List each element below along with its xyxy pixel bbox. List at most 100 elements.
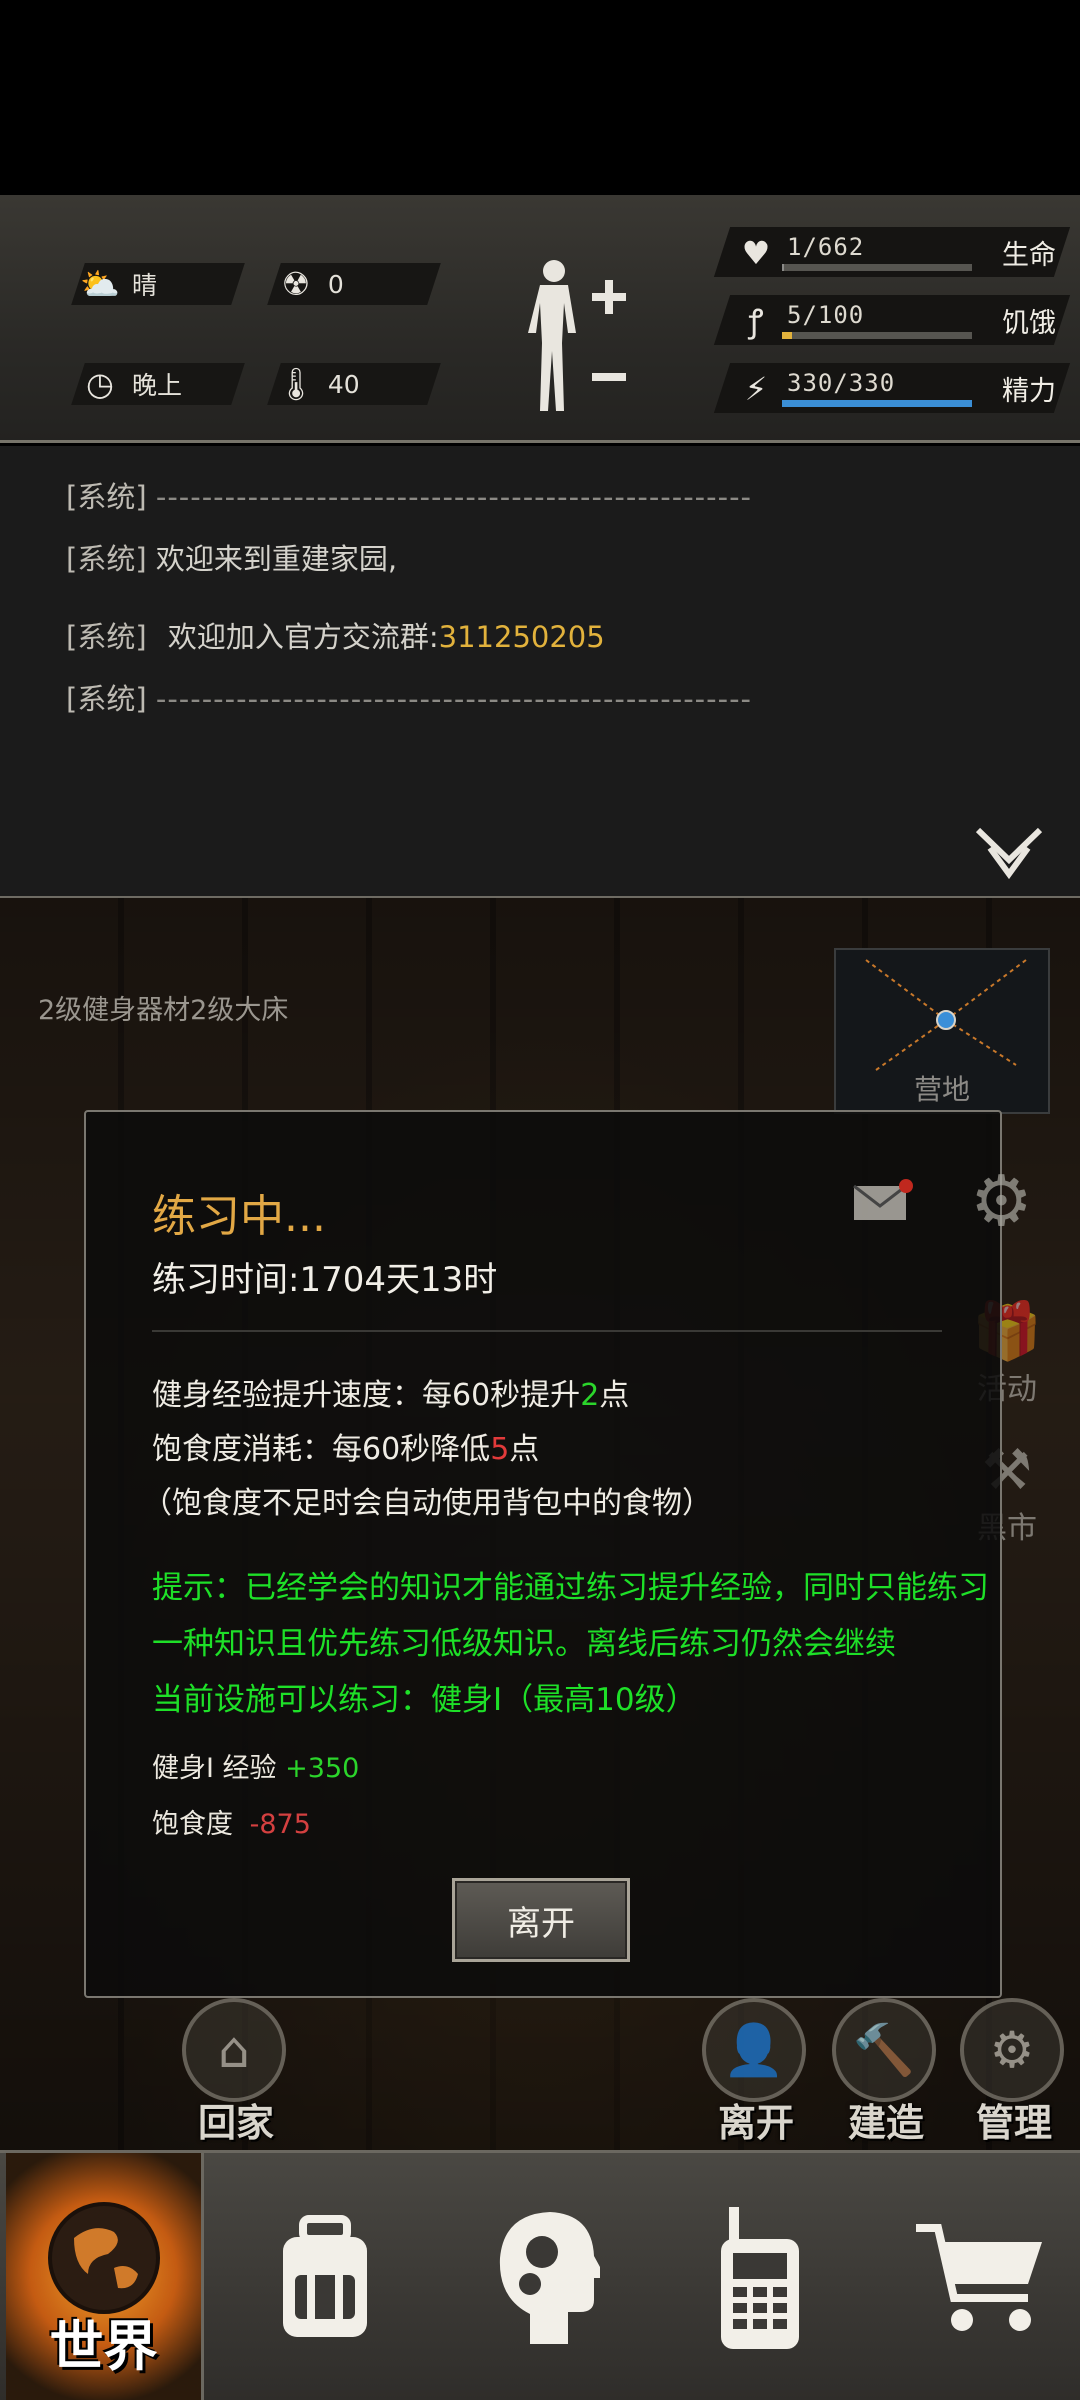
- food-loss-label: 饱食度: [152, 1809, 233, 1840]
- exp-rate-number: 2: [580, 1378, 600, 1413]
- energy-label: 精力: [1002, 376, 1056, 407]
- log-text: 欢迎来到重建家园,: [155, 542, 398, 576]
- food-rate-unit: 点: [509, 1432, 540, 1467]
- health-label: 生命: [1002, 240, 1056, 271]
- status-hud: ⛅ 晴 ☢ 0 ◷ 晚上 🌡 40 ♥ 1/662 生命 ꝭ 5/100 饥饿: [0, 195, 1080, 443]
- nav-skills[interactable]: [450, 2153, 640, 2400]
- practice-time: 练习时间:1704天13时: [152, 1260, 498, 1300]
- camp-map-button[interactable]: 营地: [834, 948, 1050, 1114]
- energy-head-icon: ⚡: [744, 370, 768, 408]
- exp-rate-unit: 点: [599, 1378, 630, 1413]
- mail-button[interactable]: [852, 1178, 914, 1224]
- envelope-icon: [853, 1179, 913, 1220]
- exp-gain-label: 健身Ⅰ 经验: [152, 1753, 277, 1784]
- log-text: 欢迎加入官方交流群:: [167, 620, 439, 654]
- gear-icon: ⚙: [970, 1160, 1033, 1242]
- nav-shop[interactable]: [885, 2153, 1075, 2400]
- log-tag: [系统]: [66, 480, 147, 514]
- backpack-icon: [283, 2215, 367, 2337]
- tip-line-2: 一种知识且优先练习低级知识。离线后练习仍然会继续: [152, 1626, 896, 1662]
- cloud-sun-icon: ⛅: [80, 265, 120, 303]
- build-button[interactable]: 🔨: [832, 1998, 936, 2102]
- nav-radio[interactable]: [665, 2153, 855, 2400]
- log-line: [系统] -----------------------------------…: [66, 676, 752, 718]
- manage-button[interactable]: ⚙: [960, 1998, 1064, 2102]
- home-button[interactable]: ⌂: [182, 1998, 286, 2102]
- log-tag: [系统]: [66, 542, 147, 576]
- exp-rate-text: 健身经验提升速度：每60秒提升: [152, 1378, 581, 1413]
- temperature-pill: 🌡 40: [267, 363, 441, 405]
- log-line: [系统] 欢迎来到重建家园,: [66, 536, 397, 578]
- health-value: 1/662: [787, 233, 865, 261]
- home-label: 回家: [198, 2101, 275, 2145]
- health-bar: [782, 264, 784, 271]
- head-gears-icon: [499, 2212, 600, 2344]
- body-status-button[interactable]: [520, 255, 630, 415]
- dialog-title: 练习中...: [152, 1191, 326, 1242]
- leave-shelter-button[interactable]: 👤: [702, 1998, 806, 2102]
- bottom-nav: 世界: [0, 2150, 1080, 2400]
- nav-backpack[interactable]: [230, 2153, 420, 2400]
- globe-icon: [47, 2202, 160, 2314]
- energy-bar: [782, 400, 972, 407]
- energy-value: 330/330: [787, 369, 896, 397]
- exp-gain-value: +350: [285, 1753, 360, 1784]
- person-exit-icon: 👤: [722, 2020, 786, 2079]
- world-label: 世界: [49, 2315, 158, 2378]
- log-tag: [系统]: [66, 682, 147, 716]
- walkie-talkie-icon: [721, 2207, 799, 2349]
- stat-energy: ⚡ 330/330 精力: [713, 363, 1071, 413]
- food-loss-line: 饱食度 -875: [152, 1802, 311, 1841]
- temperature-value: 40: [328, 369, 360, 399]
- exp-gain-line: 健身Ⅰ 经验 +350: [152, 1746, 359, 1785]
- food-loss-value: -875: [249, 1809, 311, 1840]
- clock-icon: ◷: [86, 365, 114, 403]
- exp-rate-line: 健身经验提升速度：每60秒提升2点: [152, 1370, 629, 1414]
- log-text: ----------------------------------------…: [155, 480, 753, 514]
- thermometer-icon: 🌡: [275, 365, 317, 403]
- leave-shelter-label: 离开: [718, 2101, 795, 2145]
- stomach-icon: ꝭ: [748, 302, 764, 340]
- weather-label: 晴: [132, 271, 158, 300]
- food-rate-line: 饱食度消耗：每60秒降低5点: [152, 1424, 539, 1468]
- log-line: [系统] -----------------------------------…: [66, 474, 752, 516]
- expand-log-button[interactable]: [974, 826, 1044, 882]
- double-chevron-down-icon: [975, 827, 1043, 880]
- food-rate-text: 饱食度消耗：每60秒降低: [152, 1432, 491, 1467]
- nav-world[interactable]: 世界: [6, 2153, 204, 2400]
- stat-health: ♥ 1/662 生命: [713, 227, 1071, 277]
- time-of-day-label: 晚上: [132, 371, 183, 400]
- time-pill: ◷ 晚上: [71, 363, 245, 405]
- house-icon: ⌂: [218, 2021, 250, 2079]
- food-rate-number: 5: [490, 1432, 510, 1467]
- radiation-pill: ☢ 0: [267, 263, 441, 305]
- camp-label: 营地: [913, 1073, 970, 1106]
- hunger-label: 饥饿: [1002, 308, 1056, 339]
- radiation-value: 0: [328, 269, 344, 299]
- system-log: [系统] -----------------------------------…: [0, 446, 1080, 898]
- heart-icon: ♥: [741, 234, 771, 272]
- shopping-cart-icon: [916, 2224, 1042, 2331]
- weather-pill: ⛅ 晴: [71, 263, 245, 305]
- tip-line-1: 提示：已经学会的知识才能通过练习提升经验，同时只能练习: [152, 1570, 989, 1606]
- leave-button[interactable]: 离开: [452, 1878, 630, 1962]
- human-figure-icon: [528, 260, 626, 411]
- build-label: 建造: [848, 2101, 925, 2145]
- food-note: （饱食度不足时会自动使用背包中的食物）: [142, 1486, 712, 1521]
- practice-dialog: 练习中... 练习时间:1704天13时 健身经验提升速度：每60秒提升2点 饱…: [84, 1110, 1002, 1998]
- log-text: ----------------------------------------…: [155, 682, 753, 716]
- group-number[interactable]: 311250205: [439, 620, 605, 654]
- build-hammer-icon: 🔨: [852, 2020, 916, 2079]
- settings-gear-button[interactable]: ⚙: [970, 1160, 1033, 1242]
- hunger-bar: [782, 332, 792, 339]
- log-tag: [系统]: [66, 620, 147, 654]
- divider: [152, 1330, 942, 1332]
- radiation-icon: ☢: [281, 265, 311, 303]
- house-gear-icon: ⚙: [989, 2021, 1035, 2079]
- hunger-value: 5/100: [787, 301, 865, 329]
- facilities-label: 2级健身器材2级大床: [38, 995, 289, 1026]
- manage-label: 管理: [976, 2101, 1053, 2145]
- stat-hunger: ꝭ 5/100 饥饿: [713, 295, 1071, 345]
- log-line: [系统] 欢迎加入官方交流群:311250205: [66, 614, 605, 656]
- tip-line-3: 当前设施可以练习：健身Ⅰ（最高10级）: [152, 1682, 697, 1718]
